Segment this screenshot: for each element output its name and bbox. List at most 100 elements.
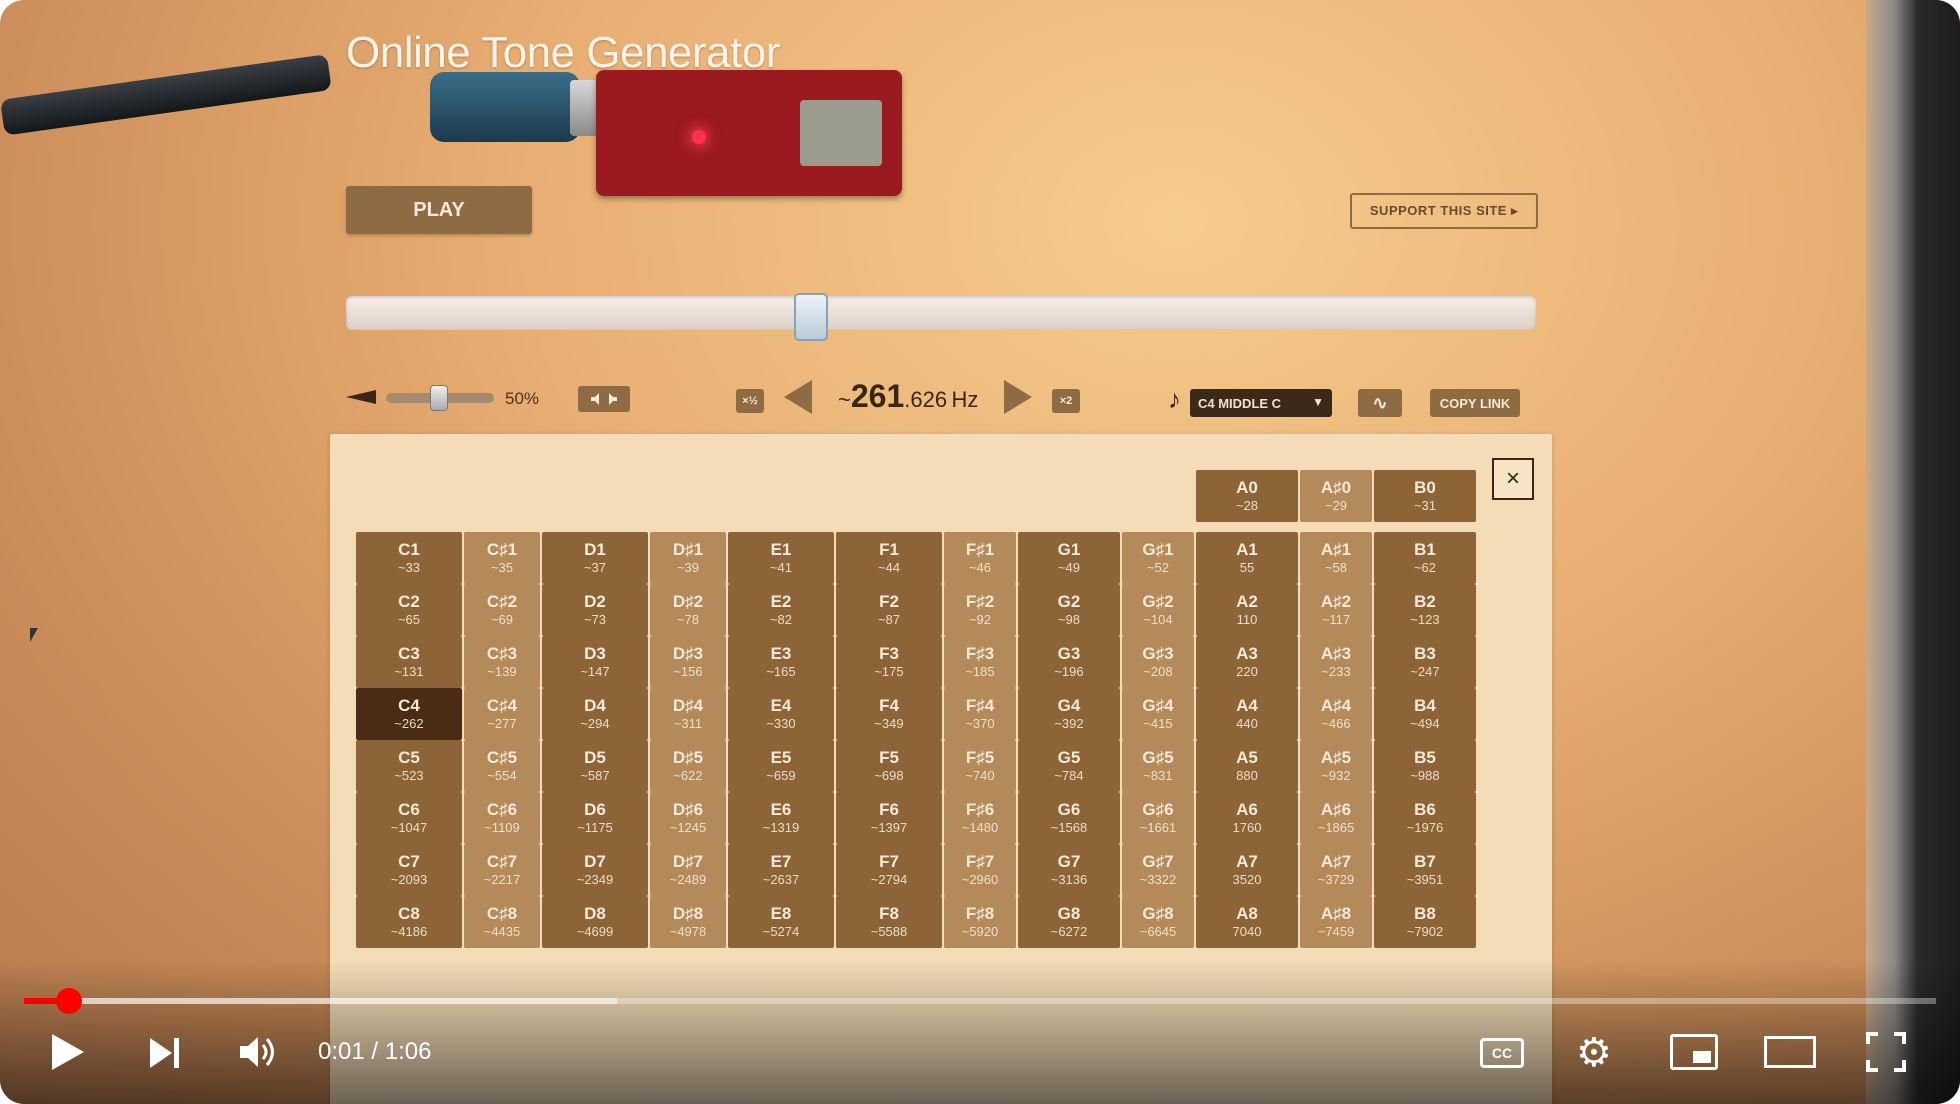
note-key[interactable]: C♯4 ~277 (464, 688, 540, 740)
note-key[interactable]: C3 ~131 (356, 636, 462, 688)
note-key[interactable]: A♯2 ~117 (1300, 584, 1372, 636)
note-key[interactable]: D6 ~1175 (542, 792, 648, 844)
note-key[interactable]: B6 ~1976 (1374, 792, 1476, 844)
note-key[interactable]: D1 ~37 (542, 532, 648, 584)
note-key[interactable]: G3 ~196 (1018, 636, 1120, 688)
note-key[interactable]: G♯3 ~208 (1122, 636, 1194, 688)
waveform-button[interactable]: ∿ (1358, 389, 1402, 417)
note-key[interactable]: F8 ~5588 (836, 896, 942, 948)
note-key[interactable]: B2 ~123 (1374, 584, 1476, 636)
note-select[interactable]: C4 MIDDLE C ▼ (1190, 389, 1332, 417)
note-key[interactable]: D4 ~294 (542, 688, 648, 740)
note-key[interactable]: C♯5 ~554 (464, 740, 540, 792)
note-key[interactable]: B8 ~7902 (1374, 896, 1476, 948)
note-key[interactable]: D♯8 ~4978 (650, 896, 726, 948)
theater-mode-icon[interactable] (1764, 1036, 1816, 1068)
note-key[interactable]: A2 110 (1196, 584, 1298, 636)
note-key[interactable]: A5 880 (1196, 740, 1298, 792)
note-key[interactable]: C♯6 ~1109 (464, 792, 540, 844)
miniplayer-icon[interactable] (1670, 1034, 1718, 1070)
next-arrow-icon[interactable] (1004, 380, 1032, 414)
note-key[interactable]: F♯4 ~370 (944, 688, 1016, 740)
note-key[interactable]: G7 ~3136 (1018, 844, 1120, 896)
note-key[interactable]: E2 ~82 (728, 584, 834, 636)
note-key[interactable]: C2 ~65 (356, 584, 462, 636)
note-key[interactable]: A6 1760 (1196, 792, 1298, 844)
note-key[interactable]: F♯7 ~2960 (944, 844, 1016, 896)
fullscreen-icon[interactable] (1866, 1032, 1906, 1072)
note-key[interactable]: D♯1 ~39 (650, 532, 726, 584)
note-key[interactable]: B0 ~31 (1374, 470, 1476, 522)
note-key[interactable]: B1 ~62 (1374, 532, 1476, 584)
note-key[interactable]: F♯1 ~46 (944, 532, 1016, 584)
note-key[interactable]: F♯3 ~185 (944, 636, 1016, 688)
note-key[interactable]: D♯4 ~311 (650, 688, 726, 740)
frequency-slider[interactable] (346, 296, 1536, 330)
note-key[interactable]: G♯1 ~52 (1122, 532, 1194, 584)
note-key[interactable]: C7 ~2093 (356, 844, 462, 896)
note-key[interactable]: A♯8 ~7459 (1300, 896, 1372, 948)
note-key[interactable]: A3 220 (1196, 636, 1298, 688)
note-key[interactable]: G♯7 ~3322 (1122, 844, 1194, 896)
note-key[interactable]: G8 ~6272 (1018, 896, 1120, 948)
note-key[interactable]: D♯2 ~78 (650, 584, 726, 636)
note-key[interactable]: C4 ~262 (356, 688, 462, 740)
note-key[interactable]: D5 ~587 (542, 740, 648, 792)
volume-icon[interactable] (238, 1034, 280, 1075)
note-key[interactable]: G2 ~98 (1018, 584, 1120, 636)
note-key[interactable]: A1 55 (1196, 532, 1298, 584)
note-key[interactable]: G♯6 ~1661 (1122, 792, 1194, 844)
note-key[interactable]: C8 ~4186 (356, 896, 462, 948)
note-key[interactable]: C1 ~33 (356, 532, 462, 584)
video-frame[interactable]: Online Tone Generator PLAY SUPPORT THIS … (0, 0, 1960, 1104)
previous-arrow-icon[interactable] (784, 380, 812, 414)
note-key[interactable]: A4 440 (1196, 688, 1298, 740)
note-key[interactable]: F3 ~175 (836, 636, 942, 688)
note-key[interactable]: A♯5 ~932 (1300, 740, 1372, 792)
note-key[interactable]: B4 ~494 (1374, 688, 1476, 740)
note-key[interactable]: G6 ~1568 (1018, 792, 1120, 844)
note-key[interactable]: F6 ~1397 (836, 792, 942, 844)
note-key[interactable]: G1 ~49 (1018, 532, 1120, 584)
note-key[interactable]: A8 7040 (1196, 896, 1298, 948)
volume-slider-thumb[interactable] (430, 385, 448, 411)
note-key[interactable]: B7 ~3951 (1374, 844, 1476, 896)
note-key[interactable]: F1 ~44 (836, 532, 942, 584)
frequency-display[interactable]: ~261.626 Hz (838, 378, 978, 415)
note-key[interactable]: G♯8 ~6645 (1122, 896, 1194, 948)
copy-link-button[interactable]: COPY LINK (1430, 389, 1520, 417)
note-key[interactable]: D♯6 ~1245 (650, 792, 726, 844)
note-key[interactable]: G5 ~784 (1018, 740, 1120, 792)
note-key[interactable]: A♯4 ~466 (1300, 688, 1372, 740)
note-key[interactable]: C♯8 ~4435 (464, 896, 540, 948)
note-key[interactable]: E4 ~330 (728, 688, 834, 740)
note-key[interactable]: A♯3 ~233 (1300, 636, 1372, 688)
halve-frequency-button[interactable]: ×½ (736, 389, 764, 413)
note-key[interactable]: D♯7 ~2489 (650, 844, 726, 896)
note-key[interactable]: B5 ~988 (1374, 740, 1476, 792)
note-key[interactable]: E3 ~165 (728, 636, 834, 688)
settings-icon[interactable]: ⚙ (1576, 1030, 1612, 1076)
note-key[interactable]: E8 ~5274 (728, 896, 834, 948)
note-key[interactable]: D2 ~73 (542, 584, 648, 636)
note-key[interactable]: A0 ~28 (1196, 470, 1298, 522)
frequency-slider-thumb[interactable] (794, 293, 828, 341)
mute-speaker-button[interactable] (578, 386, 630, 412)
note-key[interactable]: A♯7 ~3729 (1300, 844, 1372, 896)
note-key[interactable]: G4 ~392 (1018, 688, 1120, 740)
note-key[interactable]: C♯2 ~69 (464, 584, 540, 636)
note-key[interactable]: E1 ~41 (728, 532, 834, 584)
note-key[interactable]: E6 ~1319 (728, 792, 834, 844)
note-key[interactable]: G♯2 ~104 (1122, 584, 1194, 636)
note-key[interactable]: F♯2 ~92 (944, 584, 1016, 636)
next-video-icon[interactable] (148, 1036, 182, 1075)
note-key[interactable]: C♯7 ~2217 (464, 844, 540, 896)
play-icon[interactable] (52, 1034, 84, 1070)
note-key[interactable]: D♯3 ~156 (650, 636, 726, 688)
note-key[interactable]: F2 ~87 (836, 584, 942, 636)
note-key[interactable]: G♯4 ~415 (1122, 688, 1194, 740)
progress-scrubber[interactable] (56, 988, 82, 1014)
note-key[interactable]: B3 ~247 (1374, 636, 1476, 688)
note-key[interactable]: F♯6 ~1480 (944, 792, 1016, 844)
note-key[interactable]: G♯5 ~831 (1122, 740, 1194, 792)
